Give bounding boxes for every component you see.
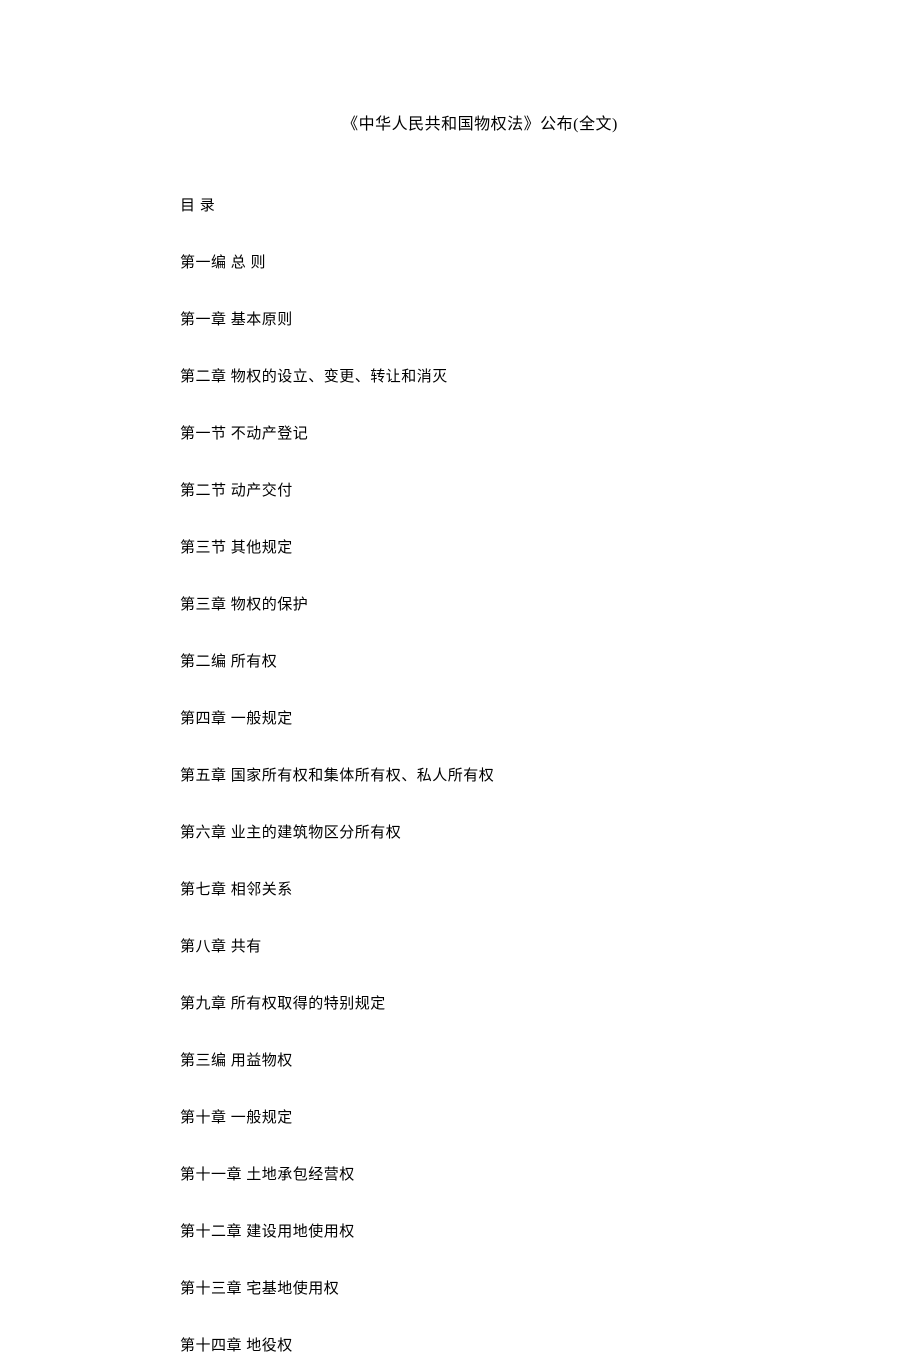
toc-item: 第四章 一般规定 xyxy=(180,709,780,730)
toc-item: 第七章 相邻关系 xyxy=(180,880,780,901)
toc-item: 第十章 一般规定 xyxy=(180,1108,780,1129)
toc-item: 第三编 用益物权 xyxy=(180,1051,780,1072)
toc-item: 第九章 所有权取得的特别规定 xyxy=(180,994,780,1015)
toc-item: 第十四章 地役权 xyxy=(180,1336,780,1357)
toc-item: 第五章 国家所有权和集体所有权、私人所有权 xyxy=(180,766,780,787)
toc-item: 第三节 其他规定 xyxy=(180,538,780,559)
toc-item: 第二章 物权的设立、变更、转让和消灭 xyxy=(180,367,780,388)
toc-item: 第六章 业主的建筑物区分所有权 xyxy=(180,823,780,844)
toc-item: 第八章 共有 xyxy=(180,937,780,958)
toc-item: 第三章 物权的保护 xyxy=(180,595,780,616)
table-of-contents: 目 录 第一编 总 则 第一章 基本原则 第二章 物权的设立、变更、转让和消灭 … xyxy=(180,196,780,1357)
toc-item: 第十一章 土地承包经营权 xyxy=(180,1165,780,1186)
toc-item: 第一编 总 则 xyxy=(180,253,780,274)
document-page: 《中华人民共和国物权法》公布(全文) 目 录 第一编 总 则 第一章 基本原则 … xyxy=(0,0,920,1357)
toc-item: 第十二章 建设用地使用权 xyxy=(180,1222,780,1243)
toc-item: 第二节 动产交付 xyxy=(180,481,780,502)
document-title: 《中华人民共和国物权法》公布(全文) xyxy=(180,110,780,134)
toc-item: 第一节 不动产登记 xyxy=(180,424,780,445)
toc-item: 第十三章 宅基地使用权 xyxy=(180,1279,780,1300)
toc-item: 第一章 基本原则 xyxy=(180,310,780,331)
toc-item: 目 录 xyxy=(180,196,780,217)
toc-item: 第二编 所有权 xyxy=(180,652,780,673)
